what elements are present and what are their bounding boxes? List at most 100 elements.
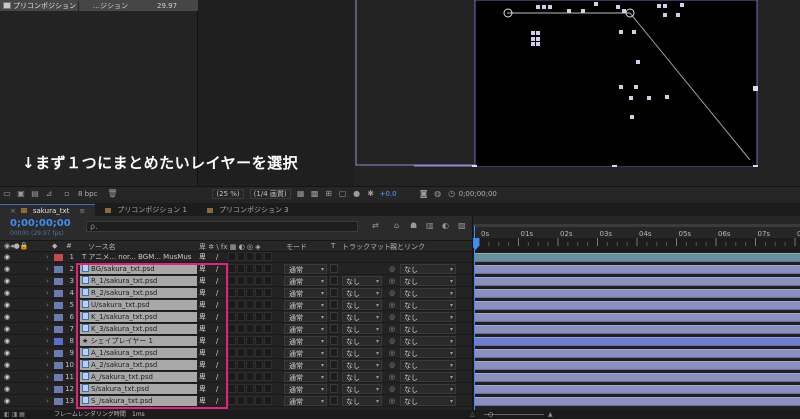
- tab-precomp-1[interactable]: プリコンポジション 1: [95, 204, 197, 216]
- blend-mode-select[interactable]: 通常 ▾: [284, 312, 327, 322]
- pick-whip-icon[interactable]: ◎: [389, 336, 395, 346]
- quality-switch-icon[interactable]: /: [216, 324, 218, 334]
- track-matte-select[interactable]: なし ▾: [342, 300, 382, 310]
- visibility-toggle-icon[interactable]: ◉: [4, 324, 10, 334]
- layer-search-input[interactable]: ρ.: [86, 221, 358, 232]
- color-channels-icon[interactable]: ●: [352, 189, 362, 198]
- preserve-transparency-checkbox[interactable]: [330, 288, 338, 297]
- pick-whip-icon[interactable]: ◎: [389, 300, 395, 310]
- color-management-icon[interactable]: ✱: [366, 189, 376, 198]
- status-icons[interactable]: ◧ ◨ ▦: [4, 410, 25, 419]
- layer-duration-bar[interactable]: [475, 349, 800, 358]
- graph-editor-icon[interactable]: ▨: [458, 221, 466, 230]
- visibility-toggle-icon[interactable]: ◉: [4, 336, 10, 346]
- quality-switch-icon[interactable]: /: [216, 252, 218, 262]
- layer-row[interactable]: ◉ › 13 S_/sakura_txt.psd 卑 / 通常 ▾ なし ▾ ◎ なし ▾: [0, 396, 472, 407]
- layer-row[interactable]: ◉ › 7 K_3/sakura_txt.psd 卑 / 通常 ▾ なし ▾ ◎ なし ▾: [0, 324, 472, 335]
- track-matte-select[interactable]: なし ▾: [342, 288, 382, 298]
- layer-tracks[interactable]: [472, 252, 800, 410]
- preserve-transparency-checkbox[interactable]: [330, 348, 338, 357]
- quality-switch-icon[interactable]: /: [216, 276, 218, 286]
- layer-row[interactable]: ◉ › 10 A_2/sakura_txt.psd 卑 / 通常 ▾ なし ▾ ◎ なし ▾: [0, 360, 472, 371]
- label-color-swatch[interactable]: [54, 374, 63, 381]
- shy-switch-icon[interactable]: 卑: [199, 336, 206, 346]
- layer-switches[interactable]: [228, 312, 280, 322]
- layer-duration-bar[interactable]: [475, 397, 800, 406]
- layer-switches[interactable]: [228, 324, 280, 334]
- preserve-transparency-checkbox[interactable]: [330, 396, 338, 405]
- folder-icon[interactable]: ▭: [2, 189, 12, 198]
- shy-switch-icon[interactable]: 卑: [199, 384, 206, 394]
- layer-name[interactable]: R_2/sakura_txt.psd: [80, 288, 197, 298]
- trash-icon[interactable]: 🗑: [107, 189, 117, 198]
- shy-switch-icon[interactable]: 卑: [199, 372, 206, 382]
- layer-switches[interactable]: [228, 372, 280, 382]
- col-mode[interactable]: モード: [286, 242, 307, 252]
- quality-switch-icon[interactable]: /: [216, 288, 218, 298]
- layer-duration-bar[interactable]: [475, 385, 800, 394]
- layer-name[interactable]: A_1/sakura_txt.psd: [80, 348, 197, 358]
- resolution-select[interactable]: (1/4 画質): [249, 188, 291, 199]
- layer-duration-bar[interactable]: [475, 289, 800, 298]
- shy-switch-icon[interactable]: 卑: [199, 396, 206, 406]
- parent-select[interactable]: なし ▾: [400, 276, 456, 286]
- preserve-transparency-checkbox[interactable]: [330, 372, 338, 381]
- layer-name[interactable]: K_1/sakura_txt.psd: [80, 312, 197, 322]
- track-matte-select[interactable]: なし ▾: [342, 276, 382, 286]
- snapshot-icon[interactable]: ◙: [419, 189, 429, 198]
- parent-select[interactable]: なし ▾: [400, 312, 456, 322]
- parent-select[interactable]: なし ▾: [400, 372, 456, 382]
- quality-switch-icon[interactable]: /: [216, 372, 218, 382]
- layer-duration-bar[interactable]: [475, 361, 800, 370]
- layer-row[interactable]: ◉ › 1 T アニメ... nor... BGM... MusMus 卑 /: [0, 252, 472, 263]
- preserve-transparency-checkbox[interactable]: [330, 264, 338, 273]
- visibility-toggle-icon[interactable]: ◉: [4, 312, 10, 322]
- time-ruler[interactable]: 0s01s02s03s04s05s06s07s08s: [472, 216, 800, 252]
- expand-arrow-icon[interactable]: ›: [46, 276, 49, 286]
- grid-icon[interactable]: ⊞: [324, 189, 334, 198]
- blend-mode-select[interactable]: 通常 ▾: [284, 264, 327, 274]
- menu-icon[interactable]: ≡: [79, 207, 85, 215]
- expand-arrow-icon[interactable]: ›: [46, 348, 49, 358]
- quality-switch-icon[interactable]: /: [216, 264, 218, 274]
- viewer-timecode[interactable]: 0;00;00;00: [459, 190, 497, 198]
- visibility-toggle-icon[interactable]: ◉: [4, 288, 10, 298]
- expand-arrow-icon[interactable]: ›: [46, 372, 49, 382]
- pick-whip-icon[interactable]: ◎: [389, 324, 395, 334]
- label-color-swatch[interactable]: [54, 362, 63, 369]
- expand-arrow-icon[interactable]: ›: [46, 288, 49, 298]
- shy-icon[interactable]: ☗: [410, 221, 417, 230]
- draft-3d-icon[interactable]: ⌂: [394, 221, 399, 230]
- layer-row[interactable]: ◉ › 11 A_/sakura_txt.psd 卑 / 通常 ▾ なし ▾ ◎ なし ▾: [0, 372, 472, 383]
- zoom-slider-handle[interactable]: ○: [488, 410, 493, 419]
- layer-row[interactable]: ◉ › 4 R_2/sakura_txt.psd 卑 / 通常 ▾ なし ▾ ◎ なし ▾: [0, 288, 472, 299]
- layer-row[interactable]: ◉ › 6 K_1/sakura_txt.psd 卑 / 通常 ▾ なし ▾ ◎ なし ▾: [0, 312, 472, 323]
- expand-arrow-icon[interactable]: ›: [46, 384, 49, 394]
- comp-mini-flowchart-icon[interactable]: ⇄: [372, 221, 379, 230]
- parent-select[interactable]: なし ▾: [400, 360, 456, 370]
- exposure-value[interactable]: +0.0: [380, 190, 397, 198]
- visibility-toggle-icon[interactable]: ◉: [4, 396, 10, 406]
- pick-whip-icon[interactable]: ◎: [389, 288, 395, 298]
- visibility-toggle-icon[interactable]: ◉: [4, 276, 10, 286]
- playhead[interactable]: [474, 226, 475, 410]
- layer-duration-bar[interactable]: [475, 373, 800, 382]
- track-matte-select[interactable]: なし ▾: [342, 360, 382, 370]
- visibility-toggle-icon[interactable]: ◉: [4, 384, 10, 394]
- layer-duration-bar[interactable]: [475, 253, 800, 262]
- visibility-toggle-icon[interactable]: ◉: [4, 252, 10, 262]
- new-comp-icon[interactable]: ▤: [30, 189, 40, 198]
- quality-switch-icon[interactable]: /: [216, 348, 218, 358]
- layer-duration-bar[interactable]: [475, 337, 800, 346]
- parent-select[interactable]: なし ▾: [400, 288, 456, 298]
- layer-name[interactable]: K_3/sakura_txt.psd: [80, 324, 197, 334]
- av-switches-icon[interactable]: ◉◂●🔒: [4, 242, 28, 250]
- layer-name[interactable]: BG/sakura_txt.psd: [80, 264, 197, 274]
- label-color-swatch[interactable]: [54, 398, 63, 405]
- zoom-in-icon[interactable]: ▲: [548, 410, 553, 419]
- blend-mode-select[interactable]: 通常 ▾: [284, 384, 327, 394]
- preserve-transparency-checkbox[interactable]: [330, 276, 338, 285]
- layer-row[interactable]: ◉ › 2 BG/sakura_txt.psd 卑 / 通常 ▾ ◎ なし ▾: [0, 264, 472, 275]
- blend-mode-select[interactable]: 通常 ▾: [284, 372, 327, 382]
- zoom-out-icon[interactable]: △: [470, 410, 475, 419]
